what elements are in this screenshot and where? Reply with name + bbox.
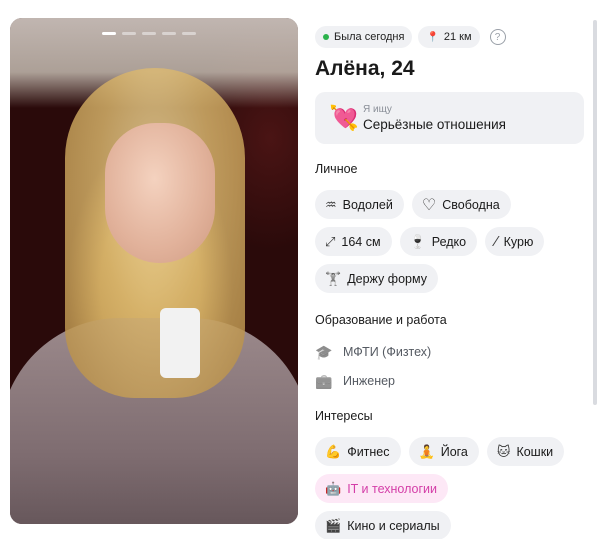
aquarius-icon: ♒ — [325, 196, 337, 212]
scrollbar[interactable] — [593, 20, 597, 405]
profile-photo[interactable] — [10, 18, 298, 524]
graduation-cap-icon: 🎓 — [315, 343, 333, 360]
job-item: 💼 Инженер — [315, 370, 585, 392]
heart-arrow-icon: 💘 — [329, 104, 359, 132]
chip-label: Йога — [440, 444, 468, 459]
education-item: 🎓 МФТИ (Физтех) — [315, 341, 585, 363]
looking-for-value: Серьёзные отношения — [363, 117, 506, 132]
looking-for-label: Я ищу — [363, 104, 392, 115]
photo-face — [105, 123, 215, 263]
distance-badge: 📍 21 км — [418, 26, 480, 48]
section-title-interests: Интересы — [315, 409, 373, 423]
online-status-text: Была сегодня — [334, 31, 405, 43]
cat-face-icon: 🐱 — [496, 443, 511, 459]
chip-relationship: ♡ Свободна — [411, 190, 511, 219]
chip-label: Курю — [503, 234, 534, 249]
chip-interest-it: 🤖 IT и технологии — [315, 474, 449, 503]
chip-label: Водолей — [342, 197, 393, 212]
job-label: Инженер — [343, 374, 396, 388]
location-pin-icon: 📍 — [426, 31, 439, 43]
slide-indicator[interactable] — [162, 32, 176, 35]
chip-label: Кошки — [516, 444, 554, 459]
chip-label: 164 см — [341, 234, 381, 249]
slide-indicator[interactable] — [122, 32, 136, 35]
heart-outline-icon: ♡ — [421, 196, 437, 214]
chip-label: IT и технологии — [347, 481, 438, 496]
chip-label: Держу форму — [347, 271, 427, 286]
dumbbell-icon: 🏋 — [325, 270, 342, 286]
profile-name-age: Алёна, 24 — [315, 57, 415, 80]
online-status-badge: Была сегодня — [315, 26, 413, 48]
cigarette-icon: ⁄ — [495, 233, 498, 250]
status-row: Была сегодня 📍 21 км ? — [315, 26, 585, 48]
section-title-education: Образование и работа — [315, 313, 447, 327]
flexed-biceps-icon: 💪 — [325, 443, 342, 459]
chip-label: Фитнес — [347, 444, 390, 459]
chip-alcohol: 🍷 Редко — [399, 227, 478, 256]
chip-zodiac: ♒ Водолей — [315, 190, 404, 219]
online-dot-icon — [323, 34, 329, 40]
briefcase-icon: 💼 — [315, 372, 333, 389]
resize-arrows-icon: ⤢ — [325, 233, 336, 249]
yoga-icon: 🧘 — [418, 443, 435, 459]
section-title-personal: Личное — [315, 162, 358, 176]
looking-for-card: 💘 Я ищу Серьёзные отношения — [315, 92, 584, 144]
profile-info: Была сегодня 📍 21 км ? Алёна, 24 💘 Я ищу… — [315, 26, 585, 539]
chip-label: Кино и сериалы — [347, 518, 440, 533]
clapperboard-icon: 🎬 — [325, 517, 342, 533]
chip-smoking: ⁄ Курю — [485, 227, 545, 256]
photo-slide-indicators — [102, 32, 196, 35]
chip-label: Редко — [431, 234, 467, 249]
chip-interest-yoga: 🧘 Йога — [408, 437, 479, 466]
personal-chips: ♒ Водолей ♡ Свободна ⤢ 164 см 🍷 Редко ⁄ … — [315, 190, 560, 293]
chip-interest-movies: 🎬 Кино и сериалы — [315, 511, 451, 539]
slide-indicator[interactable] — [102, 32, 116, 35]
slide-indicator[interactable] — [182, 32, 196, 35]
robot-icon: 🤖 — [325, 480, 342, 496]
chip-label: Свободна — [442, 197, 500, 212]
photo-shirt — [160, 308, 200, 378]
education-label: МФТИ (Физтех) — [343, 345, 432, 359]
chip-interest-cats: 🐱 Кошки — [486, 437, 565, 466]
interest-chips: 💪 Фитнес 🧘 Йога 🐱 Кошки 🤖 IT и технологи… — [315, 437, 575, 539]
help-icon[interactable]: ? — [489, 29, 506, 45]
chip-interest-fitness: 💪 Фитнес — [315, 437, 401, 466]
wine-glass-icon: 🍷 — [409, 233, 426, 249]
chip-height: ⤢ 164 см — [315, 227, 392, 256]
slide-indicator[interactable] — [142, 32, 156, 35]
chip-fitness: 🏋 Держу форму — [315, 264, 438, 293]
distance-text: 21 км — [443, 31, 472, 43]
